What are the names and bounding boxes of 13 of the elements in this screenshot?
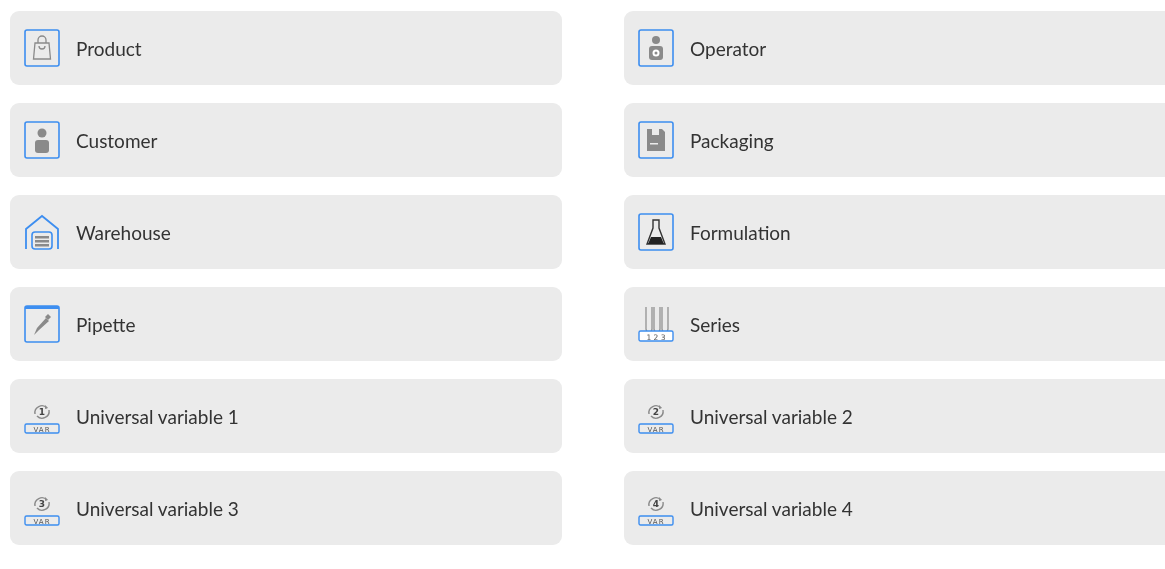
warehouse-icon xyxy=(24,213,60,251)
menu-item[interactable]: Product xyxy=(10,11,562,85)
menu-item[interactable]: Formulation xyxy=(624,195,1165,269)
flask-icon xyxy=(638,213,674,251)
menu-item[interactable]: Packaging xyxy=(624,103,1165,177)
menu-item[interactable]: Customer xyxy=(10,103,562,177)
bag-icon xyxy=(24,29,60,67)
menu-item[interactable]: Warehouse xyxy=(10,195,562,269)
person-icon xyxy=(24,121,60,159)
person-gear-icon xyxy=(638,29,674,67)
pipette-window-icon xyxy=(24,305,60,343)
menu-item[interactable]: Operator xyxy=(624,11,1165,85)
menu-item[interactable]: Pipette xyxy=(10,287,562,361)
